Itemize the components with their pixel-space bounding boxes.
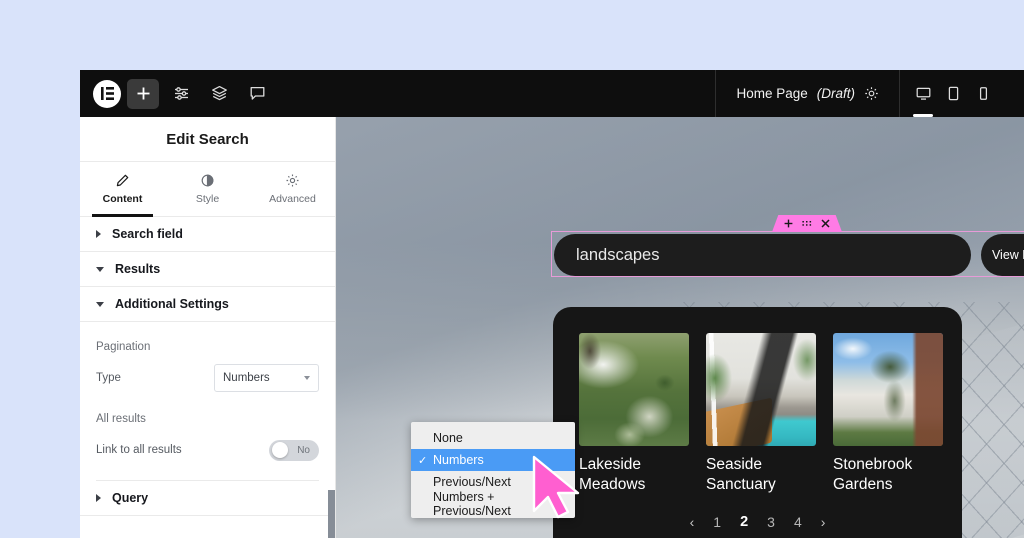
contrast-circle-icon [201, 174, 214, 187]
tab-content[interactable]: Content [80, 162, 165, 217]
additional-settings-body: Pagination Type Numbers All results Link… [80, 341, 335, 481]
chevron-down-icon [304, 376, 310, 380]
section-additional-settings-label: Additional Settings [115, 297, 229, 311]
dropdown-option-label: Numbers [433, 453, 484, 467]
view-more-button[interactable]: View More [980, 234, 1024, 276]
device-desktop[interactable] [908, 70, 938, 117]
results-card-grid: Lakeside Meadows Seaside Sanctuary Stone… [553, 333, 962, 496]
close-x-icon [821, 219, 830, 228]
device-mode-switcher [900, 70, 1024, 117]
panel-tabs: Content Style Advanced [80, 162, 335, 217]
list-item[interactable]: Seaside Sanctuary [706, 333, 816, 496]
tab-advanced[interactable]: Advanced [250, 162, 335, 216]
add-element-button[interactable] [127, 78, 159, 109]
layers-icon [211, 85, 227, 101]
pagination-type-value: Numbers [223, 372, 270, 384]
desktop-icon [916, 87, 930, 100]
mobile-icon [979, 87, 987, 100]
all-results-group-label: All results [96, 413, 146, 425]
section-search-field[interactable]: Search field [80, 217, 335, 252]
pagination-next[interactable]: › [821, 514, 826, 530]
card-title: Seaside Sanctuary [706, 456, 776, 494]
elementor-editor-window: Home Page (Draft) Edit Search Content St… [80, 70, 1024, 538]
chevron-right-icon [96, 230, 101, 238]
gear-icon [286, 174, 299, 187]
section-results[interactable]: Results [80, 252, 335, 287]
tab-style[interactable]: Style [165, 162, 250, 216]
link-all-results-label: Link to all results [96, 444, 182, 456]
search-input-value: landscapes [576, 245, 660, 264]
tablet-icon [948, 86, 958, 101]
card-image-garden-with-white-house [579, 333, 689, 446]
card-image-house-with-tree [833, 333, 943, 446]
pagination-page-1[interactable]: 1 [713, 514, 721, 530]
document-state: (Draft) [816, 86, 855, 101]
dropdown-option-numbers-previous-next[interactable]: Numbers + Previous/Next [411, 490, 575, 518]
plus-icon [784, 219, 793, 228]
pagination-group-label: Pagination [96, 341, 151, 353]
document-title-chip[interactable]: Home Page (Draft) [715, 70, 900, 117]
dropdown-option-label: Numbers + Previous/Next [433, 490, 511, 518]
pagination-prev[interactable]: ‹ [690, 514, 695, 530]
top-bar-left-tools [80, 78, 273, 109]
list-item[interactable]: Lakeside Meadows [579, 333, 689, 496]
tab-style-label: Style [195, 193, 220, 205]
section-query-label: Query [112, 491, 149, 505]
tab-content-label: Content [102, 193, 143, 205]
gear-icon [865, 87, 878, 100]
section-results-label: Results [115, 262, 161, 276]
page-title: Edit Search [80, 117, 335, 162]
dropdown-option-label: None [433, 431, 463, 445]
top-bar-right-tools: Home Page (Draft) [715, 70, 1024, 117]
pagination-page-2[interactable]: 2 [740, 514, 748, 530]
drag-dots-icon [802, 221, 812, 226]
plus-icon [137, 87, 149, 100]
results-pagination: ‹ 1 2 3 4 › [553, 514, 962, 530]
pagination-page-3[interactable]: 3 [767, 514, 775, 530]
chevron-down-icon [96, 266, 104, 272]
section-query[interactable]: Query [80, 481, 335, 516]
search-results-container: Lakeside Meadows Seaside Sanctuary Stone… [553, 307, 962, 538]
link-all-results-toggle[interactable]: No [269, 439, 319, 461]
dropdown-option-label: Previous/Next [433, 475, 511, 489]
device-tablet[interactable] [938, 70, 968, 117]
section-additional-settings[interactable]: Additional Settings [80, 287, 335, 322]
pagination-type-label: Type [96, 372, 121, 384]
toggle-knob [272, 442, 288, 458]
elementor-logo-icon[interactable] [93, 79, 121, 108]
search-widget: landscapes View More [552, 232, 1024, 278]
pencil-icon [116, 174, 129, 187]
search-input[interactable]: landscapes [554, 234, 971, 276]
link-all-results-value: No [297, 444, 310, 456]
view-more-label: View More [991, 248, 1024, 262]
device-mobile[interactable] [968, 70, 998, 117]
dropdown-option-none[interactable]: None [411, 427, 575, 449]
link-all-results-row: Link to all results No [96, 434, 319, 466]
comments-button[interactable] [241, 79, 273, 109]
section-search-field-label: Search field [112, 227, 183, 241]
pagination-type-dropdown-menu: None ✓ Numbers Previous/Next Numbers + P… [411, 422, 575, 518]
sidebar-scrollbar[interactable] [328, 490, 335, 538]
editor-top-bar: Home Page (Draft) [80, 70, 1024, 117]
search-widget-selection-frame[interactable]: landscapes View More [551, 215, 1024, 278]
dropdown-option-numbers[interactable]: ✓ Numbers [411, 449, 575, 471]
list-item[interactable]: Stonebrook Gardens [833, 333, 943, 496]
site-settings-button[interactable] [165, 79, 197, 109]
tab-advanced-label: Advanced [269, 193, 316, 205]
card-title: Stonebrook Gardens [833, 456, 913, 494]
card-image-poolside-patio [706, 333, 816, 446]
chevron-down-icon [96, 301, 104, 307]
chevron-right-icon [96, 494, 101, 502]
card-title: Lakeside Meadows [579, 456, 646, 494]
check-icon: ✓ [418, 454, 428, 467]
editor-sidebar-panel: Edit Search Content Style Advanced Searc… [80, 117, 336, 538]
widget-edit-handle[interactable] [772, 215, 842, 232]
pagination-type-row: Type Numbers [96, 362, 319, 394]
navigator-button[interactable] [203, 79, 235, 109]
pagination-type-select[interactable]: Numbers [214, 364, 319, 392]
comment-bubble-icon [250, 86, 264, 100]
document-title: Home Page [736, 86, 808, 101]
sliders-icon [174, 87, 188, 100]
pagination-page-4[interactable]: 4 [794, 514, 802, 530]
